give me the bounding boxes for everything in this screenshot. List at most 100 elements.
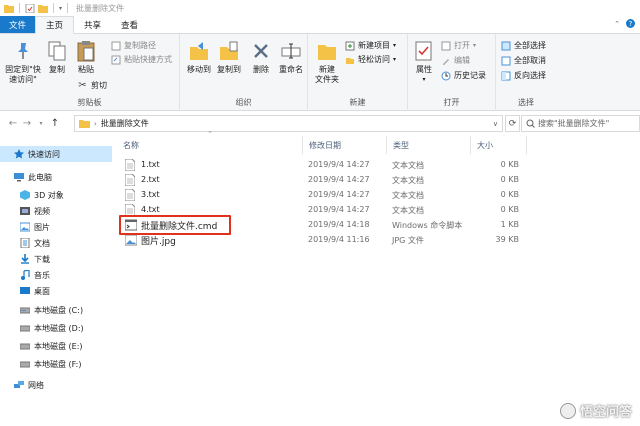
- copy-label: 复制: [49, 65, 65, 75]
- new-item-label: 新建项目: [358, 40, 390, 51]
- column-header-date[interactable]: 修改日期: [302, 136, 386, 154]
- tab-view[interactable]: 查看: [111, 16, 148, 33]
- copy-button[interactable]: 复制: [46, 40, 68, 75]
- forward-arrow-icon[interactable]: →: [20, 115, 34, 131]
- clipboard-group: 固定到"快 速访问" 复制 粘贴 复制路径 粘贴快捷方式 ✂ 剪切 剪贴板: [0, 34, 180, 111]
- history-button[interactable]: 历史记录: [440, 70, 486, 81]
- tab-file[interactable]: 文件: [0, 16, 35, 33]
- new-folder-icon[interactable]: [38, 4, 48, 13]
- file-name: 1.txt: [141, 160, 160, 169]
- nav-drive-c[interactable]: 本地磁盘 (C:): [0, 302, 112, 318]
- pin-label-line1: 固定到"快: [5, 65, 41, 75]
- nav-music[interactable]: 音乐: [0, 267, 112, 283]
- navigation-pane: 快速访问 此电脑 3D 对象 视频 图片 文档 下载 音乐 桌面 本地磁盘 (C…: [0, 136, 115, 426]
- address-bar[interactable]: › 批量删除文件 ∨: [74, 115, 503, 132]
- recent-dropdown-icon[interactable]: ▾: [34, 115, 48, 131]
- file-type: 文本文档: [392, 160, 424, 171]
- rename-button[interactable]: 重命名: [276, 40, 306, 75]
- pin-quick-access-button[interactable]: 固定到"快 速访问": [2, 40, 44, 85]
- copy-to-button[interactable]: 复制到: [214, 40, 244, 75]
- new-item-button[interactable]: 新建项目 ▾: [344, 40, 396, 51]
- column-header-name[interactable]: 名称: [117, 136, 302, 154]
- chevron-down-icon[interactable]: ▾: [59, 5, 62, 12]
- invert-selection-button[interactable]: 反向选择: [500, 70, 546, 81]
- nav-desktop[interactable]: 桌面: [0, 283, 112, 299]
- nav-downloads[interactable]: 下载: [0, 251, 112, 267]
- breadcrumb-separator-icon: ›: [94, 120, 97, 128]
- new-group: 新建 文件夹 新建项目 ▾ 轻松访问 ▾ 新建: [308, 34, 408, 111]
- ribbon-tabs: 文件 主页 共享 查看: [0, 16, 640, 34]
- nav-drive-e[interactable]: 本地磁盘 (E:): [0, 338, 112, 354]
- paste-button[interactable]: 粘贴: [75, 40, 97, 75]
- nav-videos[interactable]: 视频: [0, 203, 112, 219]
- select-none-button[interactable]: 全部取消: [500, 55, 546, 66]
- edit-icon: [440, 55, 451, 66]
- nav-drive-d[interactable]: 本地磁盘 (D:): [0, 320, 112, 336]
- file-date: 2019/9/4 14:18: [308, 220, 370, 229]
- up-arrow-icon[interactable]: ↑: [48, 115, 62, 131]
- copy-path-button[interactable]: 复制路径: [110, 40, 156, 51]
- refresh-icon[interactable]: ⟳: [505, 115, 520, 132]
- select-group: 全部选择 全部取消 反向选择 选择: [496, 34, 556, 111]
- computer-icon: [14, 172, 24, 182]
- rename-label: 重命名: [279, 65, 303, 75]
- cut-button[interactable]: ✂ 剪切: [77, 80, 107, 91]
- search-input[interactable]: 搜索"批量删除文件": [521, 115, 640, 132]
- history-icon: [440, 70, 451, 81]
- tab-home[interactable]: 主页: [35, 16, 74, 34]
- nav-label: 本地磁盘 (D:): [34, 323, 84, 334]
- star-icon: [14, 149, 24, 159]
- music-note-icon: [20, 270, 30, 280]
- delete-button[interactable]: 删除: [250, 40, 272, 75]
- nav-drive-f[interactable]: 本地磁盘 (F:): [0, 356, 112, 372]
- move-to-icon: [188, 40, 210, 62]
- text-file-icon: [125, 189, 135, 201]
- select-all-button[interactable]: 全部选择: [500, 40, 546, 51]
- tab-share[interactable]: 共享: [74, 16, 111, 33]
- chevron-down-icon[interactable]: ∨: [493, 120, 498, 128]
- nav-label: 快速访问: [28, 149, 60, 160]
- nav-network[interactable]: 网络: [0, 377, 112, 393]
- properties-button[interactable]: 属性 ▾: [412, 40, 436, 85]
- open-button[interactable]: 打开 ▾: [440, 40, 476, 51]
- back-arrow-icon[interactable]: ←: [6, 115, 20, 131]
- help-icon[interactable]: ?: [626, 19, 635, 28]
- nav-pictures[interactable]: 图片: [0, 219, 112, 235]
- nav-label: 此电脑: [28, 172, 52, 183]
- invert-selection-icon: [500, 70, 511, 81]
- scissors-icon: ✂: [77, 80, 88, 91]
- breadcrumb[interactable]: 批量删除文件: [101, 118, 149, 129]
- nav-quick-access[interactable]: 快速访问: [0, 146, 112, 162]
- file-row[interactable]: 2.txt 2019/9/4 14:27 文本文档 0 KB: [119, 173, 519, 188]
- image-file-icon: [125, 234, 137, 246]
- open-group: 属性 ▾ 打开 ▾ 编辑 历史记录 打开: [408, 34, 496, 111]
- column-header-type[interactable]: 类型: [386, 136, 470, 154]
- nav-documents[interactable]: 文档: [0, 235, 112, 251]
- easy-access-button[interactable]: 轻松访问 ▾: [344, 54, 396, 65]
- nav-label: 下载: [34, 254, 50, 265]
- paste-shortcut-button[interactable]: 粘贴快捷方式: [110, 54, 172, 65]
- invert-selection-label: 反向选择: [514, 70, 546, 81]
- search-placeholder: 搜索"批量删除文件": [538, 118, 609, 129]
- properties-icon[interactable]: [25, 4, 35, 13]
- file-row[interactable]: 1.txt 2019/9/4 14:27 文本文档 0 KB: [119, 158, 519, 173]
- move-to-button[interactable]: 移动到: [184, 40, 214, 75]
- nav-label: 视频: [34, 206, 50, 217]
- drive-icon: [20, 323, 30, 333]
- file-row[interactable]: 图片.jpg 2019/9/4 11:16 JPG 文件 39 KB: [119, 233, 519, 248]
- cut-label: 剪切: [91, 80, 107, 91]
- watermark-logo-icon: [560, 403, 576, 419]
- nav-3d-objects[interactable]: 3D 对象: [0, 187, 112, 203]
- nav-label: 本地磁盘 (E:): [34, 341, 83, 352]
- select-none-label: 全部取消: [514, 55, 546, 66]
- file-row[interactable]: 3.txt 2019/9/4 14:27 文本文档 0 KB: [119, 188, 519, 203]
- window-title: 批量删除文件: [76, 3, 124, 14]
- select-all-icon: [500, 40, 511, 51]
- chevron-down-icon: ▾: [393, 42, 396, 49]
- pin-label-line2: 速访问": [9, 75, 37, 85]
- column-header-size[interactable]: 大小: [470, 136, 526, 154]
- new-folder-button[interactable]: 新建 文件夹: [312, 40, 342, 85]
- edit-button[interactable]: 编辑: [440, 55, 470, 66]
- nav-this-pc[interactable]: 此电脑: [0, 169, 112, 185]
- ribbon-collapse-icon[interactable]: ⌃: [614, 20, 620, 28]
